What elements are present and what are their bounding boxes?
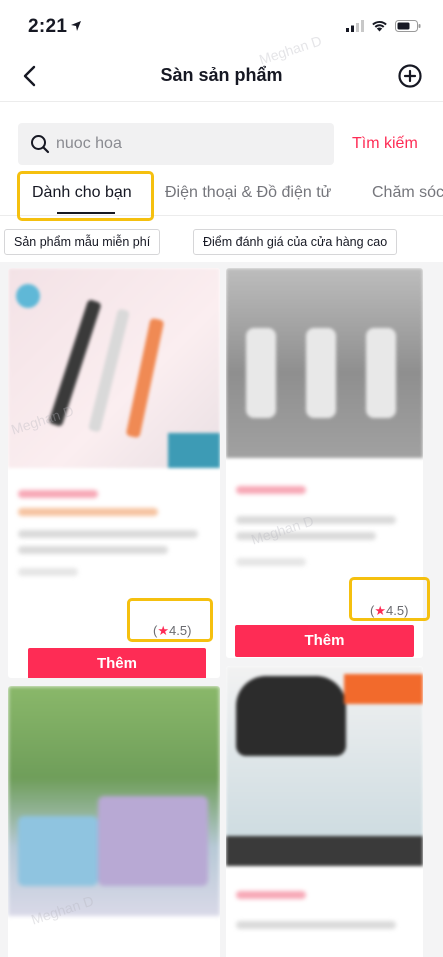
location-arrow-icon [70, 19, 82, 37]
product-card[interactable]: (★4.5) Thêm [8, 268, 220, 678]
active-tab-indicator [57, 212, 115, 214]
product-card[interactable] [226, 666, 423, 957]
product-rating: (★4.5) [370, 603, 409, 618]
tab-for-you[interactable]: Dành cho bạn [32, 184, 132, 202]
star-icon: ★ [157, 623, 169, 638]
search-input[interactable]: nuoc hoa [56, 135, 122, 153]
battery-icon [395, 19, 421, 37]
status-time: 2:21 [28, 16, 68, 37]
tab-care[interactable]: Chăm sóc [372, 184, 443, 202]
search-field[interactable]: nuoc hoa [18, 123, 334, 165]
star-icon: ★ [374, 603, 386, 618]
filter-free-samples[interactable]: Sản phẩm mẫu miễn phí [4, 229, 161, 255]
add-circle-icon[interactable] [397, 63, 423, 89]
product-card[interactable] [8, 686, 220, 957]
add-button[interactable]: Thêm [235, 625, 414, 657]
signal-icon [346, 19, 364, 37]
search-icon [30, 134, 50, 159]
wifi-icon [371, 19, 388, 37]
product-image[interactable] [8, 686, 220, 916]
status-icons [346, 19, 421, 37]
product-image[interactable] [8, 268, 220, 468]
tab-phones-electronics[interactable]: Điện thoại & Đồ điện tử [165, 184, 331, 202]
product-image[interactable] [226, 666, 423, 866]
add-button[interactable]: Thêm [28, 648, 206, 678]
search-button[interactable]: Tìm kiếm [352, 135, 418, 153]
page-title: Sàn sản phẩm [160, 65, 283, 85]
product-image[interactable] [226, 268, 423, 458]
product-card[interactable]: (★4.5) Thêm [226, 268, 423, 658]
navigation-header: Sàn sản phẩm [0, 50, 443, 102]
product-rating: (★4.5) [153, 623, 192, 638]
category-tabs: Dành cho bạn Điện thoại & Đồ điện tử Chă… [0, 172, 443, 216]
product-grid: (★4.5) Thêm (★4.5) Thêm Meghan D Meghan … [0, 32, 443, 957]
filter-high-store-rating[interactable]: Điểm đánh giá của cửa hàng cao [193, 229, 398, 255]
status-bar: 2:21 [0, 0, 443, 48]
